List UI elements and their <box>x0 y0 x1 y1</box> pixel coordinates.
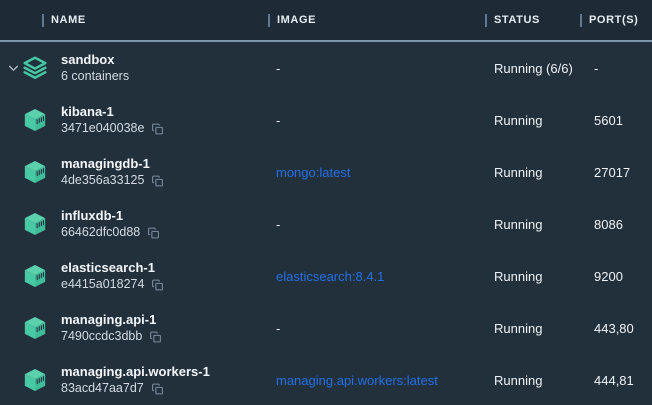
table-row[interactable]: influxdb-1 66462dfc0d88 - Running 8086 <box>0 198 652 250</box>
column-header-status: STATUS <box>494 14 540 26</box>
image-name: - <box>276 321 280 336</box>
row-icon-wrap <box>22 368 48 392</box>
table-row[interactable]: kibana-1 3471e040038e - Running 5601 <box>0 94 652 146</box>
image-name: - <box>276 61 280 76</box>
container-id: 83acd47aa7d7 <box>61 380 144 397</box>
image-cell: - <box>268 113 485 128</box>
container-name: managing.api-1 <box>61 311 162 328</box>
column-header-ports: PORT(S) <box>589 14 638 26</box>
name-cell: managingdb-1 4de356a33125 <box>0 155 268 189</box>
status-text: Running <box>485 269 580 284</box>
table-row[interactable]: sandbox 6 containers - Running (6/6) - <box>0 42 652 94</box>
copy-icon[interactable] <box>151 278 164 292</box>
container-box-icon <box>24 212 46 236</box>
container-box-icon <box>24 368 46 392</box>
table-row[interactable]: managingdb-1 4de356a33125 mongo:latest R… <box>0 146 652 198</box>
image-cell: elasticsearch:8.4.1 <box>268 269 485 284</box>
table-header: NAME IMAGE STATUS PORT(S) <box>0 0 652 42</box>
name-block: kibana-1 3471e040038e <box>61 103 164 137</box>
chevron-down-icon[interactable] <box>7 62 20 75</box>
column-divider <box>42 14 44 27</box>
container-name: sandbox <box>61 51 129 68</box>
row-icon-wrap <box>22 108 48 132</box>
image-cell: - <box>268 61 485 76</box>
name-cell: managing.api.workers-1 83acd47aa7d7 <box>0 363 268 397</box>
column-header-image-cell[interactable]: IMAGE <box>268 14 485 27</box>
ports-text: 27017 <box>580 165 652 180</box>
image-cell: managing.api.workers:latest <box>268 373 485 388</box>
name-block: managingdb-1 4de356a33125 <box>61 155 164 189</box>
status-text: Running <box>485 373 580 388</box>
image-name: - <box>276 113 280 128</box>
ports-text: 8086 <box>580 217 652 232</box>
column-header-ports-cell[interactable]: PORT(S) <box>580 14 652 27</box>
name-cell: influxdb-1 66462dfc0d88 <box>0 207 268 241</box>
container-id: 7490ccdc3dbb <box>61 328 142 345</box>
column-header-name-cell[interactable]: NAME <box>0 14 268 27</box>
row-icon-wrap <box>22 316 48 340</box>
column-header-status-cell[interactable]: STATUS <box>485 14 580 27</box>
status-text: Running <box>485 113 580 128</box>
container-id: 6 containers <box>61 68 129 85</box>
copy-icon[interactable] <box>151 382 164 396</box>
table-row[interactable]: managing.api-1 7490ccdc3dbb - Running 44… <box>0 302 652 354</box>
row-icon-wrap <box>22 55 48 81</box>
name-cell: elasticsearch-1 e4415a018274 <box>0 259 268 293</box>
container-box-icon <box>24 316 46 340</box>
column-header-image: IMAGE <box>277 14 316 26</box>
container-box-icon <box>24 108 46 132</box>
container-name: kibana-1 <box>61 103 164 120</box>
name-block: sandbox 6 containers <box>61 51 129 85</box>
name-block: elasticsearch-1 e4415a018274 <box>61 259 164 293</box>
name-cell: kibana-1 3471e040038e <box>0 103 268 137</box>
name-cell: sandbox 6 containers <box>0 51 268 85</box>
container-box-icon <box>24 264 46 288</box>
column-header-name: NAME <box>51 14 86 26</box>
status-text: Running <box>485 321 580 336</box>
container-name: managingdb-1 <box>61 155 164 172</box>
row-icon-wrap <box>22 264 48 288</box>
container-id: 66462dfc0d88 <box>61 224 140 241</box>
image-cell: - <box>268 321 485 336</box>
ports-text: 444,81 <box>580 373 652 388</box>
ports-text: 5601 <box>580 113 652 128</box>
image-name[interactable]: managing.api.workers:latest <box>276 373 438 388</box>
copy-icon[interactable] <box>149 330 162 344</box>
container-box-icon <box>24 160 46 184</box>
container-id: 4de356a33125 <box>61 172 144 189</box>
containers-table: NAME IMAGE STATUS PORT(S) <box>0 0 652 405</box>
row-icon-wrap <box>22 212 48 236</box>
name-block: managing.api.workers-1 83acd47aa7d7 <box>61 363 210 397</box>
container-id: 3471e040038e <box>61 120 144 137</box>
image-name[interactable]: mongo:latest <box>276 165 350 180</box>
container-name: managing.api.workers-1 <box>61 363 210 380</box>
ports-text: 9200 <box>580 269 652 284</box>
container-id: e4415a018274 <box>61 276 144 293</box>
row-icon-wrap <box>22 160 48 184</box>
name-block: influxdb-1 66462dfc0d88 <box>61 207 160 241</box>
container-name: influxdb-1 <box>61 207 160 224</box>
image-cell: - <box>268 217 485 232</box>
copy-icon[interactable] <box>147 226 160 240</box>
copy-icon[interactable] <box>151 122 164 136</box>
status-text: Running <box>485 217 580 232</box>
copy-icon[interactable] <box>151 174 164 188</box>
status-text: Running (6/6) <box>485 61 580 76</box>
name-cell: managing.api-1 7490ccdc3dbb <box>0 311 268 345</box>
status-text: Running <box>485 165 580 180</box>
column-divider <box>485 14 487 27</box>
image-name[interactable]: elasticsearch:8.4.1 <box>276 269 384 284</box>
stack-icon <box>22 55 48 81</box>
table-body: sandbox 6 containers - Running (6/6) - <box>0 42 652 405</box>
container-name: elasticsearch-1 <box>61 259 164 276</box>
name-block: managing.api-1 7490ccdc3dbb <box>61 311 162 345</box>
ports-text: - <box>580 61 652 76</box>
ports-text: 443,80 <box>580 321 652 336</box>
image-cell: mongo:latest <box>268 165 485 180</box>
column-divider <box>580 14 582 27</box>
image-name: - <box>276 217 280 232</box>
column-divider <box>268 14 270 27</box>
table-row[interactable]: managing.api.workers-1 83acd47aa7d7 mana… <box>0 354 652 405</box>
table-row[interactable]: elasticsearch-1 e4415a018274 elasticsear… <box>0 250 652 302</box>
